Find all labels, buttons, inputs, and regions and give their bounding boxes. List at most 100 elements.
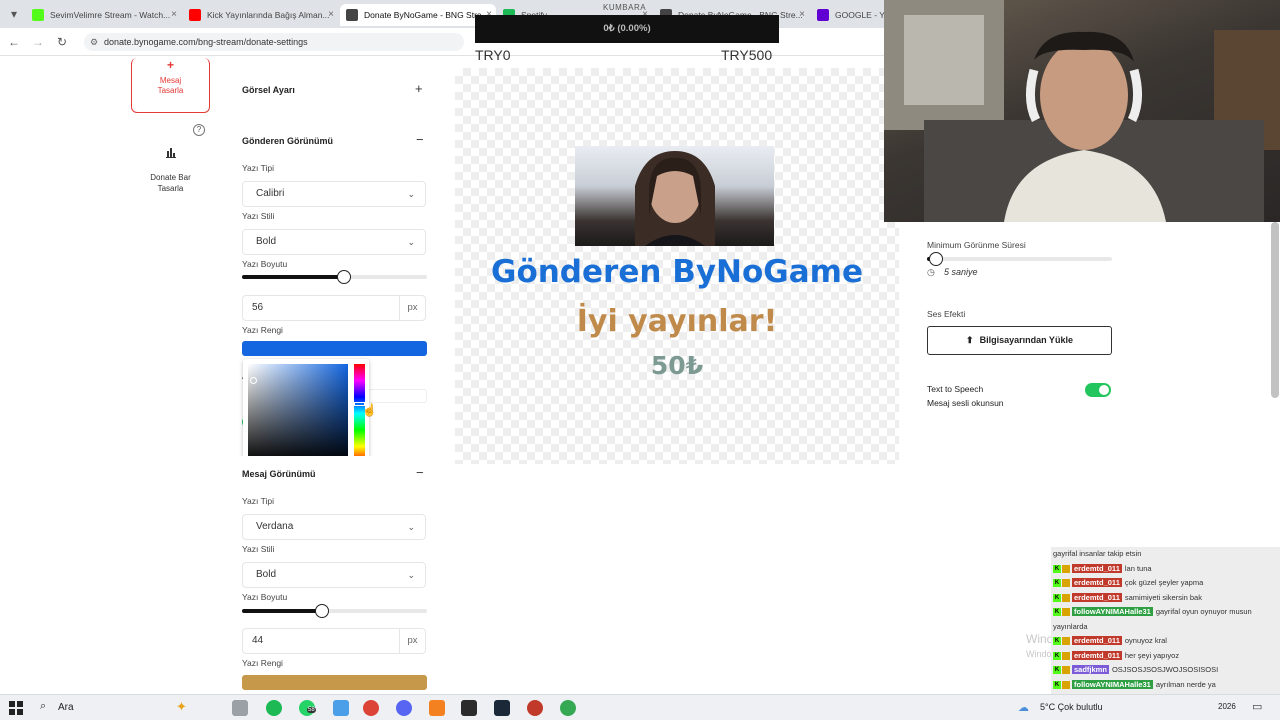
chat-message: Kerdemtd_011 her şeyi yapıyoz (1053, 650, 1278, 662)
browser-tab[interactable]: Kick Yayınlarında Bağış Alman... × (183, 4, 338, 26)
chat-message: Kerdemtd_011 lan tuna (1053, 563, 1278, 575)
sender-font-select[interactable]: Calibri ⌄ (242, 181, 426, 207)
sender-size-unit: px (399, 296, 425, 320)
file-explorer-icon[interactable] (333, 700, 349, 716)
chat-message: Kerdemtd_011 oynuyoz kral (1053, 635, 1278, 647)
hidden-field-input[interactable] (368, 389, 427, 403)
min-duration-value: 5 saniye (944, 267, 978, 277)
message-size-slider-knob[interactable] (315, 604, 329, 618)
nav-message-design[interactable]: + Mesaj Tasarla (131, 58, 210, 113)
message-view-section: Mesaj Görünümü − Yazı Tipi Verdana ⌄ Yaz… (226, 456, 443, 694)
message-size-unit: px (399, 629, 425, 653)
expand-plus-icon[interactable]: + (415, 81, 423, 96)
message-size-input[interactable]: 44 px (242, 628, 426, 654)
chat-username[interactable]: erdemtd_011 (1072, 563, 1122, 573)
task-view-icon[interactable] (232, 700, 248, 716)
tts-toggle[interactable] (1085, 383, 1111, 397)
chat-message-text: her şeyi yapıyoz (1124, 650, 1180, 660)
collapse-minus-icon[interactable]: − (416, 132, 424, 147)
sender-size-slider-knob[interactable] (337, 270, 351, 284)
forward-icon[interactable]: → (30, 34, 46, 50)
chat-message-text: gayrifal insanlar takip etsin (1053, 549, 1142, 558)
tab-list-dropdown-icon[interactable]: ▾ (6, 6, 22, 22)
preview-sender-text: Gönderen ByNoGame (491, 254, 863, 290)
tab-favicon-icon (189, 9, 201, 21)
min-duration-label: Minimum Görünme Süresi (927, 240, 1026, 250)
sender-size-slider-fill (242, 275, 344, 279)
message-color-swatch[interactable] (242, 675, 427, 690)
weather-icon[interactable]: ☁ (1018, 701, 1029, 714)
message-font-select[interactable]: Verdana ⌄ (242, 514, 426, 540)
alert-image (575, 146, 774, 246)
cloud-app-icon[interactable] (429, 700, 445, 716)
browser-tab[interactable]: GOOGLE - Y... (811, 4, 884, 26)
sender-style-select[interactable]: Bold ⌄ (242, 229, 426, 255)
message-font-label: Yazı Tipi (242, 496, 274, 506)
nav-donate-bar-design[interactable]: Donate Bar Tasarla (131, 138, 210, 208)
message-view-title: Mesaj Görünümü (242, 469, 316, 479)
color-picker-cursor[interactable] (250, 377, 257, 384)
chrome-profile-icon[interactable] (560, 700, 576, 716)
chat-username[interactable]: erdemtd_011 (1072, 636, 1122, 645)
sender-size-input[interactable]: 56 px (242, 295, 426, 321)
site-info-icon[interactable]: ⚙ (90, 33, 98, 51)
chat-message: KfollowAYNIMAHalle31 gayrifal oyun oynuyo… (1053, 606, 1278, 618)
spotify-icon[interactable] (266, 700, 282, 716)
whatsapp-icon[interactable]: 58 (299, 700, 316, 716)
visual-settings-section[interactable]: Görsel Ayarı + (226, 68, 443, 112)
close-tab-icon[interactable]: × (171, 4, 177, 26)
sender-color-label: Yazı Rengi (242, 325, 283, 335)
message-size-slider[interactable] (242, 604, 427, 618)
chat-username[interactable]: followAYNIMAHalle31 (1072, 679, 1153, 689)
taskbar-search-label: Ara (58, 702, 74, 713)
upload-button[interactable]: ⬆ Bilgisayarından Yükle (927, 326, 1112, 355)
tab-favicon-icon (346, 9, 358, 21)
sender-font-value: Calibri (256, 188, 285, 199)
obs-icon[interactable] (461, 700, 477, 716)
close-tab-icon[interactable]: × (799, 4, 805, 26)
sender-color-swatch[interactable] (242, 341, 427, 356)
page-scrollbar[interactable] (1271, 222, 1279, 398)
color-saturation-area[interactable] (248, 364, 348, 463)
chat-username[interactable]: sadfjkmn (1072, 665, 1109, 674)
browser-tab[interactable]: Donate ByNoGame - BNG Stre...× (340, 4, 496, 26)
notification-icon[interactable]: ▭ (1252, 700, 1262, 713)
sender-view-title: Gönderen Görünümü (242, 136, 333, 146)
reload-icon[interactable]: ↻ (54, 34, 70, 50)
chrome-icon[interactable] (363, 700, 379, 716)
message-font-value: Verdana (256, 521, 294, 532)
kick-badge-icon: K (1053, 637, 1061, 646)
chat-message-text: gayrifal oyun oynuyor musun (1155, 607, 1252, 616)
min-duration-slider-knob[interactable] (929, 252, 943, 266)
whatsapp-badge: 58 (307, 707, 316, 713)
tab-favicon-icon (817, 9, 829, 21)
tab-label: GOOGLE - Y... (835, 10, 884, 20)
chat-message-text: samimiyeti sikersin bak (1124, 592, 1202, 602)
app-icon[interactable] (527, 700, 543, 716)
close-tab-icon[interactable]: × (328, 4, 334, 26)
help-icon[interactable]: ? (193, 124, 205, 136)
chat-username[interactable]: erdemtd_011 (1072, 578, 1122, 587)
windows-start-icon[interactable] (9, 701, 23, 715)
browser-tab[interactable]: SevimVelimre Stream - Watch... × (26, 4, 181, 26)
back-icon[interactable]: ← (6, 34, 22, 50)
taskbar-search[interactable]: ⌕ Ara ✦ (32, 697, 222, 719)
sender-font-label: Yazı Tipi (242, 163, 274, 173)
url-field[interactable]: ⚙ donate.bynogame.com/bng-stream/donate-… (84, 33, 464, 51)
kick-badge-icon: K (1053, 564, 1061, 573)
message-style-value: Bold (256, 569, 277, 580)
message-style-select[interactable]: Bold ⌄ (242, 562, 426, 588)
tab-label: Donate ByNoGame - BNG Stre... (364, 10, 489, 20)
steam-icon[interactable] (494, 700, 510, 716)
chat-message: Ksadfjkmn OSJSOSJSOSJWOJSOSISOSI (1053, 664, 1278, 676)
min-duration-slider[interactable] (927, 252, 1112, 266)
chat-username[interactable]: erdemtd_011 (1072, 592, 1122, 602)
sender-size-slider[interactable] (242, 270, 427, 284)
chat-username[interactable]: erdemtd_011 (1072, 650, 1122, 660)
upload-icon: ⬆ (966, 335, 974, 345)
discord-icon[interactable] (396, 700, 412, 716)
kick-badge-icon: K (1053, 680, 1061, 689)
user-badge-icon (1062, 579, 1070, 588)
chat-username[interactable]: followAYNIMAHalle31 (1072, 607, 1153, 616)
collapse-minus-icon[interactable]: − (416, 465, 424, 480)
